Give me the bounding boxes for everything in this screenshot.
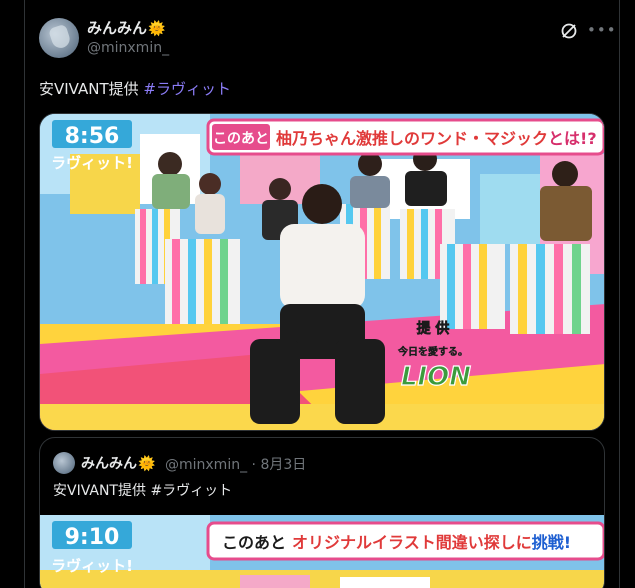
quoted-handle: @minxmin_ — [165, 457, 248, 473]
tv-sponsor-logo: LION — [401, 362, 471, 392]
display-name-text: みんみん — [87, 19, 148, 37]
tweet-text: 安VIVANT提供 #ラヴィット — [39, 78, 231, 99]
quoted-text: 安VIVANT提供 #ラヴィット — [53, 483, 233, 499]
display-name[interactable]: みんみん🌞 — [87, 17, 165, 38]
avatar[interactable] — [39, 18, 79, 58]
quoted-meta: @minxmin_ · 8月3日 — [165, 454, 306, 474]
quoted-date[interactable]: 8月3日 — [260, 457, 306, 473]
quoted-tweet[interactable]: みんみん🌞 @minxmin_ · 8月3日 安VIVANT提供 #ラヴィット … — [39, 437, 605, 588]
tv-sponsor-tagline: 今日を愛する。 — [397, 345, 468, 358]
grok-icon[interactable] — [560, 22, 578, 40]
quoted-display-name-text: みんみん — [81, 456, 137, 472]
quoted-avatar[interactable] — [53, 452, 75, 474]
tv-show-logo: ラヴィット! — [51, 154, 133, 172]
tv-banner-main: 柚乃ちゃん激推しのワンド・マジックとは!? — [276, 129, 597, 148]
tv-clock: 8:56 — [65, 124, 120, 149]
sun-emoji-icon: 🌞 — [138, 456, 156, 472]
tweet-text-plain: 安VIVANT提供 — [39, 80, 144, 98]
tv-banner-prefix: このあと — [213, 131, 269, 147]
tv-scene: 8:56 ラヴィット! このあと 柚乃ちゃん激推しのワンド・マジックとは!? 提… — [40, 114, 604, 430]
quoted-media-image[interactable]: 9:10 ラヴィット! このあと オリジナルイラスト間違い探しに挑戦! — [40, 515, 604, 588]
tweet-media-image[interactable]: 8:56 ラヴィット! このあと 柚乃ちゃん激推しのワンド・マジックとは!? 提… — [39, 113, 605, 431]
quoted-display-name: みんみん🌞 — [81, 453, 155, 473]
hashtag-link[interactable]: #ラヴィット — [143, 80, 231, 98]
tv-sponsor-label: 提 供 — [417, 320, 450, 337]
more-icon[interactable]: ••• — [587, 21, 616, 39]
quoted-tv-clock: 9:10 — [65, 525, 120, 550]
quoted-tv-scene: 9:10 ラヴィット! このあと オリジナルイラスト間違い探しに挑戦! — [40, 515, 604, 588]
user-handle[interactable]: @minxmin_ — [87, 40, 169, 56]
quoted-tv-show-logo: ラヴィット! — [51, 557, 133, 575]
meta-separator: · — [251, 457, 256, 473]
quoted-tv-banner: このあと オリジナルイラスト間違い探しに挑戦! — [222, 533, 571, 552]
sun-emoji-icon: 🌞 — [148, 21, 166, 37]
